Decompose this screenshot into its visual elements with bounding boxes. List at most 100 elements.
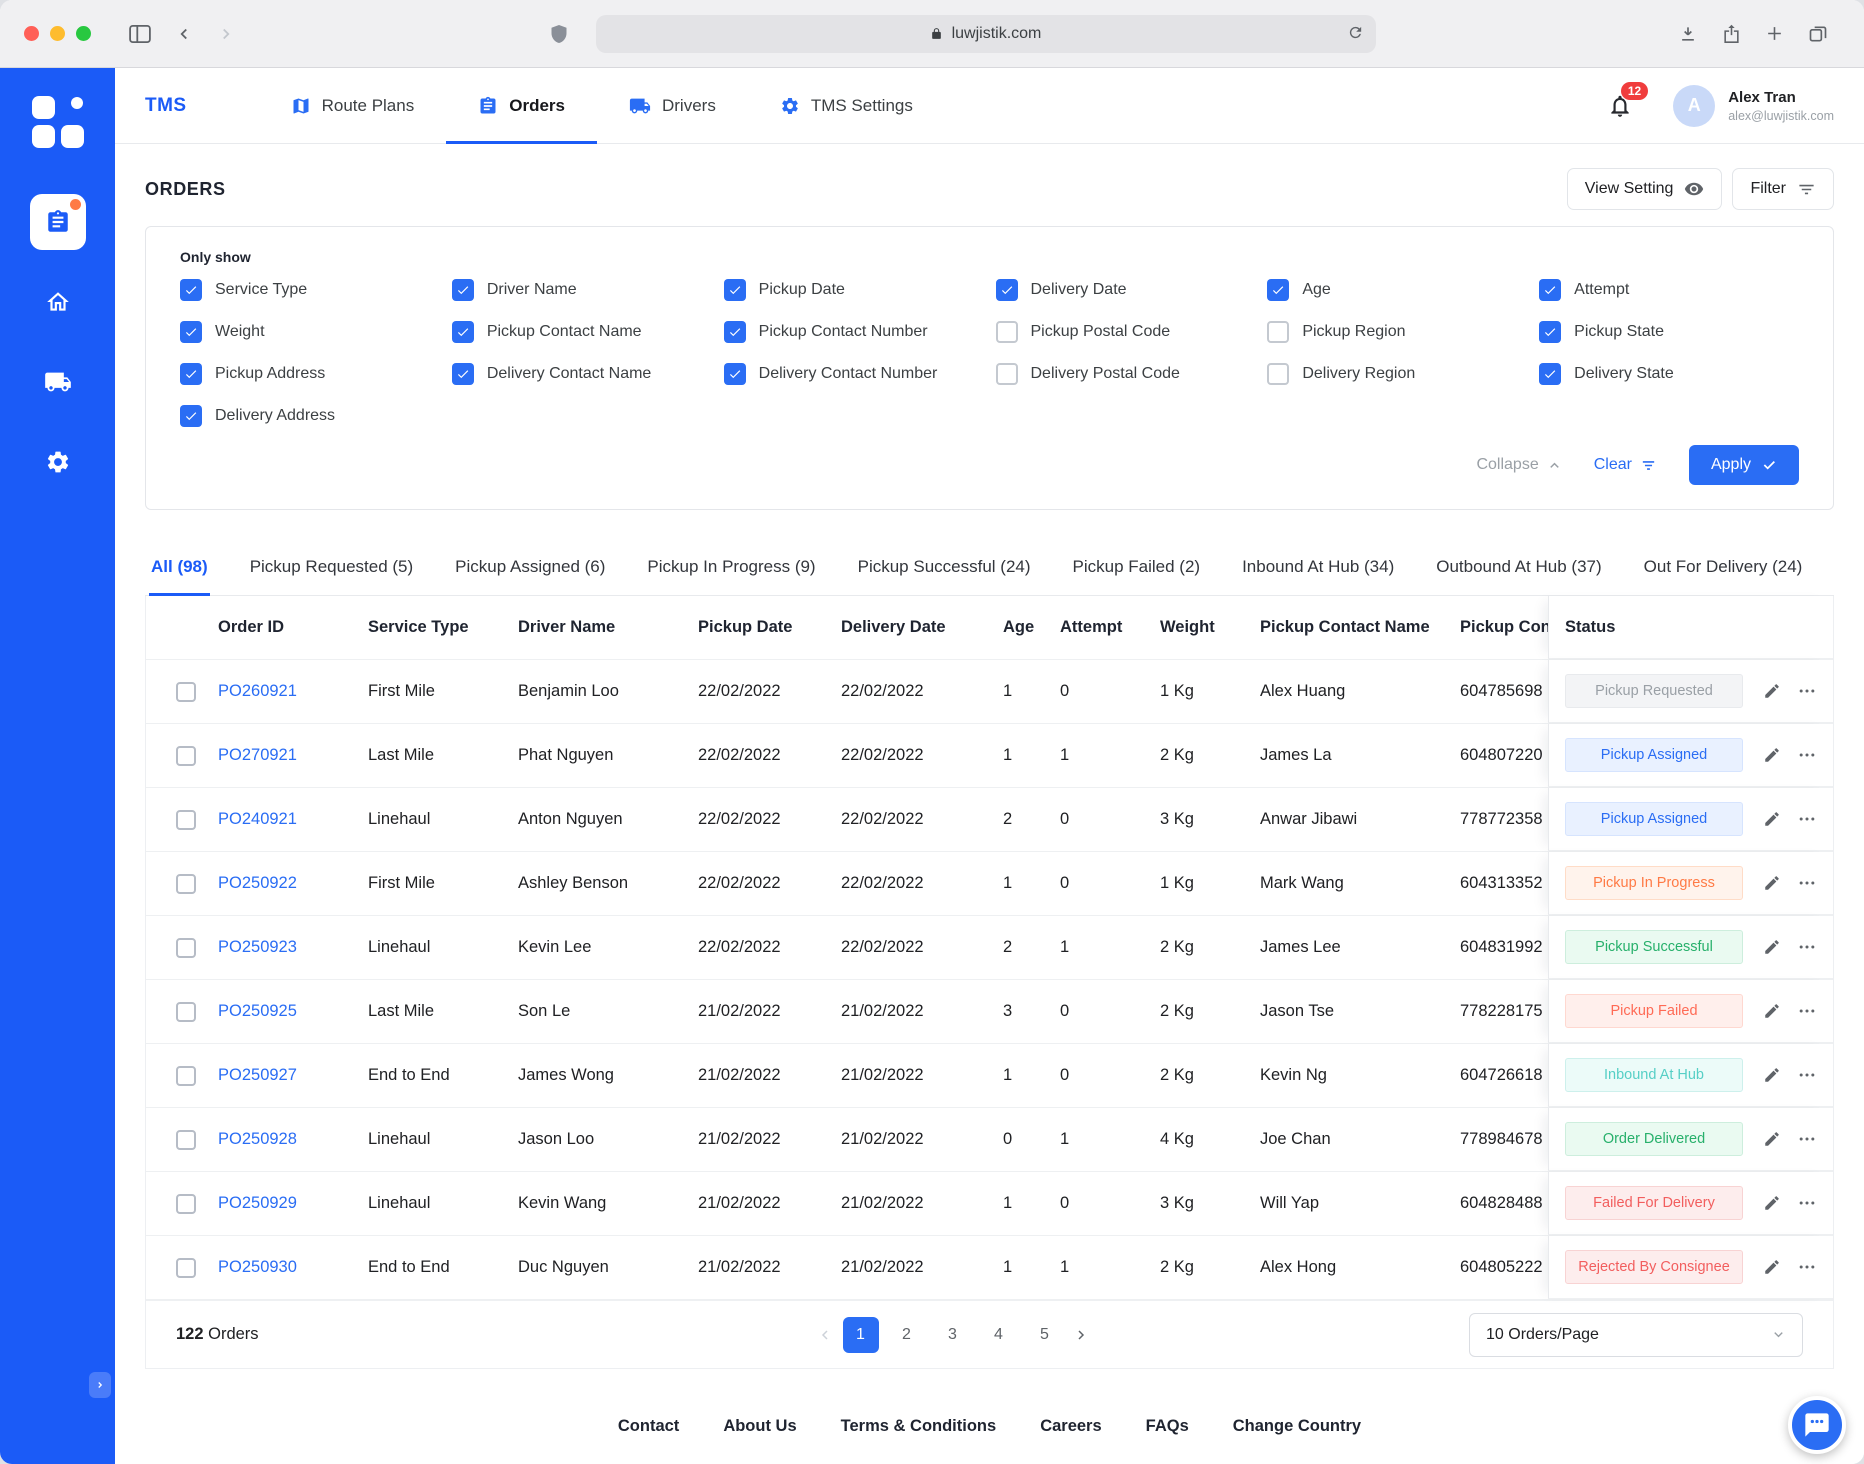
order-id-link[interactable]: PO250929 <box>218 1194 368 1213</box>
row-checkbox[interactable] <box>176 1194 196 1214</box>
edit-icon[interactable] <box>1763 810 1781 828</box>
tab-pickup-assigned-6[interactable]: Pickup Assigned (6) <box>453 542 607 596</box>
order-id-link[interactable]: PO240921 <box>218 810 368 829</box>
filter-option-delivery-state[interactable]: Delivery State <box>1539 363 1799 385</box>
filter-option-delivery-date[interactable]: Delivery Date <box>996 279 1256 301</box>
edit-icon[interactable] <box>1763 682 1781 700</box>
checkbox-checked[interactable] <box>180 279 202 301</box>
tab-overview-icon[interactable] <box>1808 24 1828 44</box>
sidebar-expand-handle[interactable] <box>89 1372 111 1398</box>
share-icon[interactable] <box>1722 23 1741 44</box>
checkbox-checked[interactable] <box>724 279 746 301</box>
edit-icon[interactable] <box>1763 1066 1781 1084</box>
order-id-link[interactable]: PO250925 <box>218 1002 368 1021</box>
minimize-window-button[interactable] <box>50 26 65 41</box>
refresh-icon[interactable] <box>1347 24 1364 41</box>
order-id-link[interactable]: PO250928 <box>218 1130 368 1149</box>
order-id-link[interactable]: PO260921 <box>218 682 368 701</box>
filter-option-delivery-contact-number[interactable]: Delivery Contact Number <box>724 363 984 385</box>
edit-icon[interactable] <box>1763 1258 1781 1276</box>
filter-option-delivery-region[interactable]: Delivery Region <box>1267 363 1527 385</box>
sidebar-item-settings[interactable] <box>30 434 86 490</box>
filter-option-pickup-address[interactable]: Pickup Address <box>180 363 440 385</box>
nav-item-drivers[interactable]: Drivers <box>629 68 716 143</box>
more-actions-icon[interactable] <box>1797 1257 1817 1277</box>
footer-link-faqs[interactable]: FAQs <box>1146 1417 1189 1436</box>
checkbox-checked[interactable] <box>1539 363 1561 385</box>
checkbox-checked[interactable] <box>724 321 746 343</box>
more-actions-icon[interactable] <box>1797 809 1817 829</box>
address-bar[interactable]: luwjistik.com <box>596 15 1376 53</box>
row-checkbox[interactable] <box>176 1258 196 1278</box>
checkbox-checked[interactable] <box>180 405 202 427</box>
more-actions-icon[interactable] <box>1797 1001 1817 1021</box>
checkbox-checked[interactable] <box>724 363 746 385</box>
filter-option-pickup-contact-number[interactable]: Pickup Contact Number <box>724 321 984 343</box>
edit-icon[interactable] <box>1763 938 1781 956</box>
page-button-4[interactable]: 4 <box>981 1317 1017 1353</box>
tab-pickup-in-progress-9[interactable]: Pickup In Progress (9) <box>645 542 817 596</box>
row-checkbox[interactable] <box>176 746 196 766</box>
clear-button[interactable]: Clear <box>1594 456 1657 474</box>
order-id-link[interactable]: PO250930 <box>218 1258 368 1277</box>
checkbox-unchecked[interactable] <box>996 363 1018 385</box>
more-actions-icon[interactable] <box>1797 745 1817 765</box>
checkbox-checked[interactable] <box>1539 321 1561 343</box>
sidebar-toggle-icon[interactable] <box>129 25 151 43</box>
tab-pickup-failed-2[interactable]: Pickup Failed (2) <box>1071 542 1203 596</box>
filter-option-attempt[interactable]: Attempt <box>1539 279 1799 301</box>
row-checkbox[interactable] <box>176 874 196 894</box>
order-id-link[interactable]: PO270921 <box>218 746 368 765</box>
order-id-link[interactable]: PO250923 <box>218 938 368 957</box>
filter-option-pickup-state[interactable]: Pickup State <box>1539 321 1799 343</box>
footer-link-careers[interactable]: Careers <box>1040 1417 1101 1436</box>
zoom-window-button[interactable] <box>76 26 91 41</box>
tab-pickup-requested-5[interactable]: Pickup Requested (5) <box>248 542 415 596</box>
sidebar-item-drivers[interactable] <box>30 354 86 410</box>
more-actions-icon[interactable] <box>1797 1129 1817 1149</box>
footer-link-contact[interactable]: Contact <box>618 1417 679 1436</box>
sidebar-item-orders[interactable] <box>30 194 86 250</box>
privacy-shield-icon[interactable] <box>550 24 568 44</box>
nav-item-route-plans[interactable]: Route Plans <box>291 68 415 143</box>
row-checkbox[interactable] <box>176 1130 196 1150</box>
more-actions-icon[interactable] <box>1797 873 1817 893</box>
user-menu[interactable]: A Alex Tran alex@luwjistik.com <box>1673 85 1834 127</box>
next-page-icon[interactable] <box>1073 1327 1089 1343</box>
checkbox-checked[interactable] <box>452 363 474 385</box>
filter-option-pickup-date[interactable]: Pickup Date <box>724 279 984 301</box>
filter-option-service-type[interactable]: Service Type <box>180 279 440 301</box>
checkbox-checked[interactable] <box>180 321 202 343</box>
checkbox-checked[interactable] <box>452 321 474 343</box>
row-checkbox[interactable] <box>176 810 196 830</box>
edit-icon[interactable] <box>1763 1130 1781 1148</box>
filter-option-pickup-postal-code[interactable]: Pickup Postal Code <box>996 321 1256 343</box>
filter-button[interactable]: Filter <box>1732 168 1834 210</box>
filter-option-delivery-contact-name[interactable]: Delivery Contact Name <box>452 363 712 385</box>
more-actions-icon[interactable] <box>1797 681 1817 701</box>
edit-icon[interactable] <box>1763 874 1781 892</box>
more-actions-icon[interactable] <box>1797 937 1817 957</box>
order-id-link[interactable]: PO250927 <box>218 1066 368 1085</box>
sidebar-item-home[interactable] <box>30 274 86 330</box>
nav-item-tms-settings[interactable]: TMS Settings <box>780 68 913 143</box>
filter-option-pickup-region[interactable]: Pickup Region <box>1267 321 1527 343</box>
view-setting-button[interactable]: View Setting <box>1567 168 1723 210</box>
checkbox-unchecked[interactable] <box>1267 321 1289 343</box>
checkbox-unchecked[interactable] <box>1267 363 1289 385</box>
collapse-button[interactable]: Collapse <box>1476 456 1561 474</box>
order-id-link[interactable]: PO250922 <box>218 874 368 893</box>
per-page-select[interactable]: 10 Orders/Page <box>1469 1313 1803 1357</box>
checkbox-checked[interactable] <box>452 279 474 301</box>
chat-fab[interactable] <box>1788 1396 1846 1454</box>
row-checkbox[interactable] <box>176 1002 196 1022</box>
notifications-bell-icon[interactable]: 12 <box>1607 93 1633 119</box>
tab-pickup-successful-24[interactable]: Pickup Successful (24) <box>856 542 1033 596</box>
edit-icon[interactable] <box>1763 1194 1781 1212</box>
prev-page-icon[interactable] <box>817 1327 833 1343</box>
footer-link-about-us[interactable]: About Us <box>723 1417 796 1436</box>
forward-icon[interactable] <box>217 25 235 43</box>
row-checkbox[interactable] <box>176 682 196 702</box>
more-actions-icon[interactable] <box>1797 1193 1817 1213</box>
footer-link-terms-conditions[interactable]: Terms & Conditions <box>841 1417 997 1436</box>
